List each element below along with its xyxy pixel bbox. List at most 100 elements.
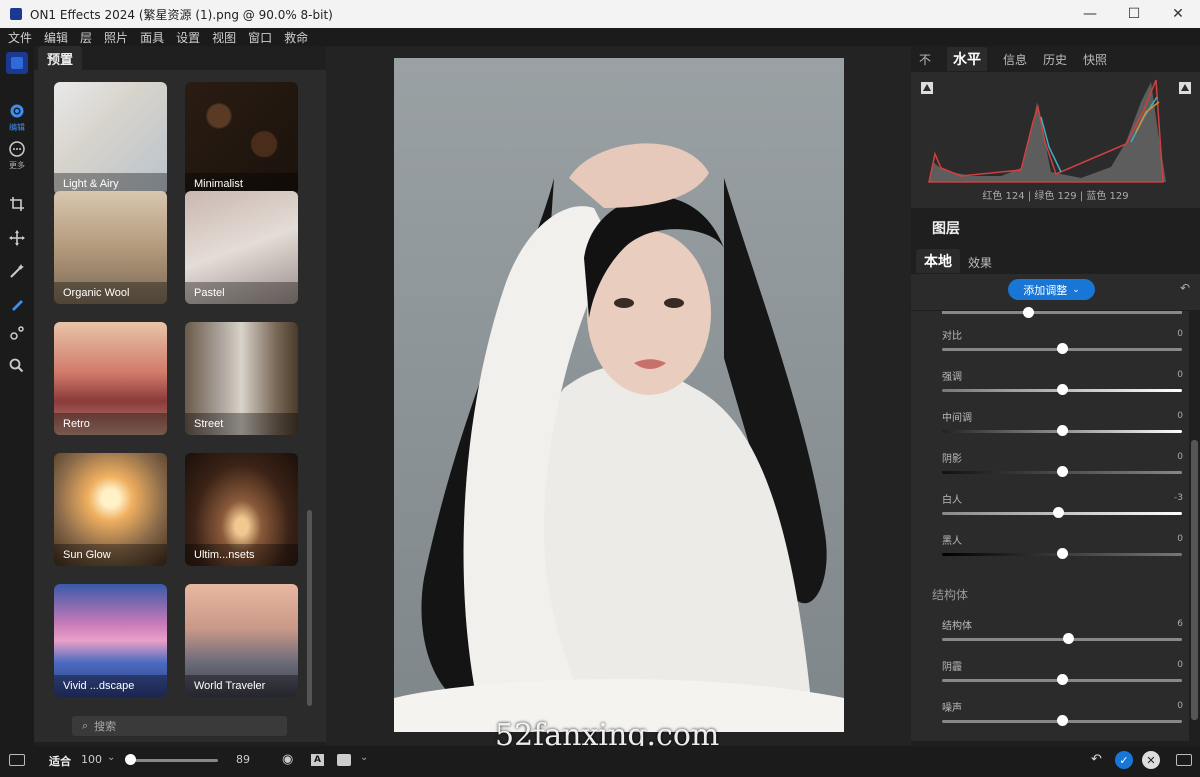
zoom-icon[interactable] <box>6 354 28 376</box>
mask-view-icon[interactable] <box>337 754 351 766</box>
chevron-down-icon[interactable]: ⌄ <box>107 752 115 763</box>
cancel-x-icon[interactable]: ✕ <box>1142 751 1160 769</box>
preset-retro[interactable]: Retro <box>54 322 167 435</box>
chevron-down-icon[interactable]: ⌄ <box>360 752 368 763</box>
edit-gear-icon[interactable] <box>6 100 28 122</box>
preset-label: Sun Glow <box>54 544 167 566</box>
preset-world-traveler[interactable]: World Traveler <box>185 584 298 697</box>
menu-settings[interactable]: 设置 <box>176 29 200 46</box>
menu-file[interactable]: 文件 <box>8 29 32 46</box>
more-label: 更多 <box>9 161 25 170</box>
slider-thumb[interactable] <box>1057 674 1068 685</box>
zoom-level[interactable]: 100 <box>81 753 102 766</box>
tab-local[interactable]: 本地 <box>916 249 960 273</box>
preview-eye-icon[interactable]: ◉ <box>282 752 293 767</box>
preset-label: Ultim...nsets <box>185 544 298 566</box>
presets-tab[interactable]: 预置 <box>38 46 82 70</box>
slider-value: 0 <box>1177 534 1183 544</box>
slider-thumb[interactable] <box>1057 548 1068 559</box>
search-icon: ⌕ <box>82 719 89 732</box>
preset-label: Pastel <box>185 282 298 304</box>
slider-thumb[interactable] <box>1057 343 1068 354</box>
adjustment-sliders: 对比 0 强调 0 中间调 0 阴影 0 白人 -3 黑人 0 结构体 6 阴霾… <box>911 307 1189 741</box>
toggle-left-panel-icon[interactable] <box>9 754 25 766</box>
close-button[interactable]: ✕ <box>1156 0 1200 28</box>
crop-icon[interactable] <box>6 193 28 215</box>
tab-none[interactable]: 不 <box>919 51 931 68</box>
slider-thumb[interactable] <box>1057 425 1068 436</box>
toggle-right-panel-icon[interactable] <box>1176 754 1192 766</box>
preset-organic-wool[interactable]: Organic Wool <box>54 191 167 304</box>
preset-search-input[interactable]: ⌕ 搜索 <box>72 716 287 736</box>
top-slider-thumb[interactable] <box>1023 307 1034 318</box>
preset-label: World Traveler <box>185 675 298 697</box>
preset-label: Organic Wool <box>54 282 167 304</box>
info-tabs: 不 水平 信息 历史 快照 <box>911 47 1115 71</box>
preset-street[interactable]: Street <box>185 322 298 435</box>
zoom-slider-thumb[interactable] <box>125 754 136 765</box>
preset-minimalist[interactable]: Minimalist <box>185 82 298 195</box>
slider-thumb[interactable] <box>1053 507 1065 518</box>
menu-bar: 文件 编辑 层 照片 面具 设置 视图 窗口 救命 <box>0 28 1200 46</box>
move-icon[interactable] <box>6 227 28 249</box>
slider-thumb[interactable] <box>1057 384 1068 395</box>
retouch-icon[interactable] <box>6 322 28 344</box>
slider-label: 白人 <box>942 495 962 506</box>
menu-help[interactable]: 救命 <box>284 29 308 46</box>
slider-track[interactable] <box>942 638 1182 641</box>
preset-pastel[interactable]: Pastel <box>185 191 298 304</box>
title-bar: ON1 Effects 2024 (繁星资源 (1).png @ 90.0% 8… <box>0 0 1200 28</box>
window-controls: — ☐ ✕ <box>1068 0 1200 28</box>
presets-scrollbar[interactable] <box>307 510 312 706</box>
minimize-button[interactable]: — <box>1068 0 1112 28</box>
brush-icon[interactable] <box>6 293 28 315</box>
zoom-slider-track[interactable] <box>126 759 218 762</box>
preset-vivid-landscape[interactable]: Vivid ...dscape <box>54 584 167 697</box>
menu-mask[interactable]: 面具 <box>140 29 164 46</box>
add-adjustment-button[interactable]: 添加调整 ⌄ <box>1008 279 1095 300</box>
slider-thumb[interactable] <box>1063 633 1074 644</box>
right-panel-scrollbar[interactable] <box>1191 440 1198 720</box>
slider-value: 0 <box>1177 329 1183 339</box>
magic-wand-icon[interactable] <box>6 260 28 282</box>
slider-shadows: 阴影 0 <box>911 450 1189 490</box>
preset-light-airy[interactable]: Light & Airy <box>54 82 167 195</box>
slider-label: 中间调 <box>942 413 972 424</box>
menu-photo[interactable]: 照片 <box>104 29 128 46</box>
apply-check-icon[interactable]: ✓ <box>1115 751 1133 769</box>
top-slider-track[interactable] <box>942 311 1182 314</box>
presets-panel: Light & Airy Minimalist Organic Wool Pas… <box>34 70 326 742</box>
slider-thumb[interactable] <box>1057 466 1068 477</box>
tab-info[interactable]: 信息 <box>1003 51 1027 68</box>
tab-levels[interactable]: 水平 <box>947 47 988 71</box>
slider-noise: 噪声 0 <box>911 699 1189 739</box>
fit-button[interactable]: 适合 <box>49 753 71 769</box>
portrait-image <box>394 58 844 732</box>
slider-value: 0 <box>1177 701 1183 711</box>
preset-ultimate-sunsets[interactable]: Ultim...nsets <box>185 453 298 566</box>
slider-label: 黑人 <box>942 536 962 547</box>
menu-edit[interactable]: 编辑 <box>44 29 68 46</box>
reset-icon[interactable]: ↶ <box>1180 281 1190 295</box>
reset-all-icon[interactable]: ↶ <box>1091 752 1102 767</box>
on1-app-icon[interactable] <box>6 52 28 74</box>
window-title: ON1 Effects 2024 (繁星资源 (1).png @ 90.0% 8… <box>30 7 333 22</box>
slider-value: 0 <box>1177 452 1183 462</box>
histogram-readout: 红色 124 | 绿色 129 | 蓝色 129 <box>982 191 1129 202</box>
tab-effects[interactable]: 效果 <box>960 252 1000 273</box>
menu-window[interactable]: 窗口 <box>248 29 272 46</box>
maximize-button[interactable]: ☐ <box>1112 0 1156 28</box>
tab-history[interactable]: 历史 <box>1043 51 1067 68</box>
slider-structure: 结构体 6 <box>911 617 1189 657</box>
photo-canvas[interactable] <box>394 58 844 732</box>
more-icon[interactable] <box>6 138 28 160</box>
slider-value: 0 <box>1177 370 1183 380</box>
slider-midtones: 中间调 0 <box>911 409 1189 449</box>
slider-value: 0 <box>1177 660 1183 670</box>
compare-a-icon[interactable]: A <box>311 754 324 766</box>
tab-snapshots[interactable]: 快照 <box>1083 51 1107 68</box>
slider-thumb[interactable] <box>1057 715 1068 726</box>
menu-view[interactable]: 视图 <box>212 29 236 46</box>
menu-layer[interactable]: 层 <box>80 29 92 46</box>
preset-sun-glow[interactable]: Sun Glow <box>54 453 167 566</box>
